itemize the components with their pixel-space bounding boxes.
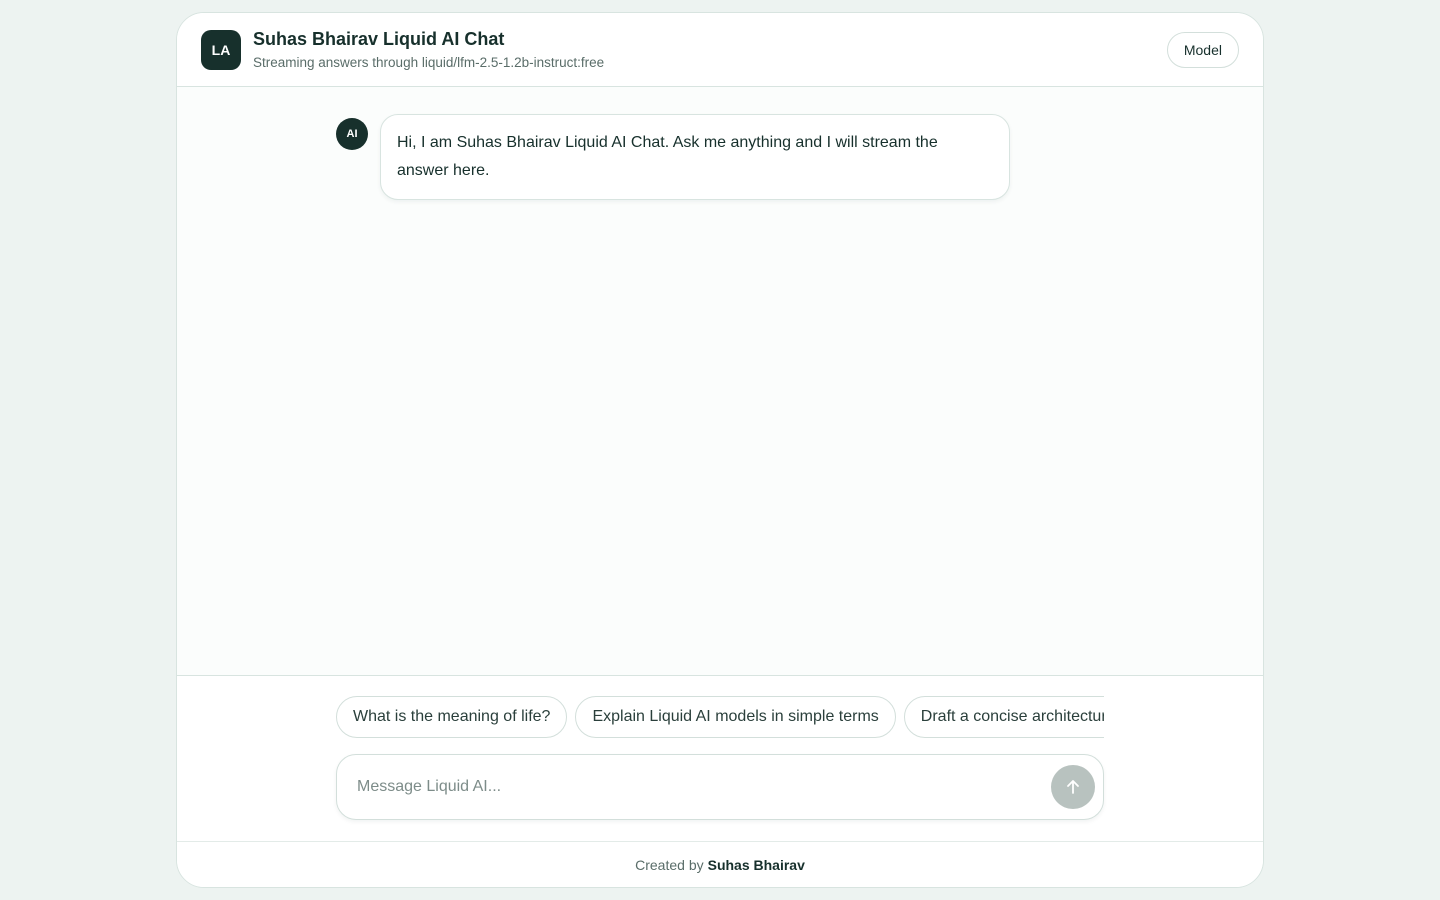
message-list: AI Hi, I am Suhas Bhairav Liquid AI Chat… <box>177 87 1263 675</box>
suggestion-chip-explain-liquid-ai[interactable]: Explain Liquid AI models in simple terms <box>575 696 896 738</box>
model-button[interactable]: Model <box>1166 31 1239 68</box>
arrow-up-icon <box>1064 778 1082 796</box>
footer-prefix: Created by <box>635 856 704 873</box>
app-title: Suhas Bhairav Liquid AI Chat <box>253 28 505 49</box>
chat-app-window: LA Suhas Bhairav Liquid AI Chat Streamin… <box>176 12 1264 888</box>
suggestion-chip-draft-architecture[interactable]: Draft a concise architecture <box>903 696 1104 738</box>
app-header: LA Suhas Bhairav Liquid AI Chat Streamin… <box>177 13 1263 87</box>
app-logo: LA <box>201 29 241 70</box>
message-bubble: Hi, I am Suhas Bhairav Liquid AI Chat. A… <box>380 114 1010 200</box>
message-composer <box>336 754 1104 820</box>
send-button[interactable] <box>1051 765 1095 809</box>
suggestion-chips: What is the meaning of life? Explain Liq… <box>336 696 1104 740</box>
suggestion-chip-meaning-of-life[interactable]: What is the meaning of life? <box>336 696 568 738</box>
assistant-avatar: AI <box>336 118 368 150</box>
assistant-message: AI Hi, I am Suhas Bhairav Liquid AI Chat… <box>336 114 1010 200</box>
title-block: Suhas Bhairav Liquid AI Chat Streaming a… <box>253 28 1167 72</box>
message-input[interactable] <box>357 778 1051 796</box>
app-subtitle: Streaming answers through liquid/lfm-2.5… <box>253 54 605 70</box>
composer-area: What is the meaning of life? Explain Liq… <box>177 675 1263 841</box>
app-footer: Created by Suhas Bhairav <box>177 841 1263 887</box>
footer-author: Suhas Bhairav <box>707 856 805 873</box>
